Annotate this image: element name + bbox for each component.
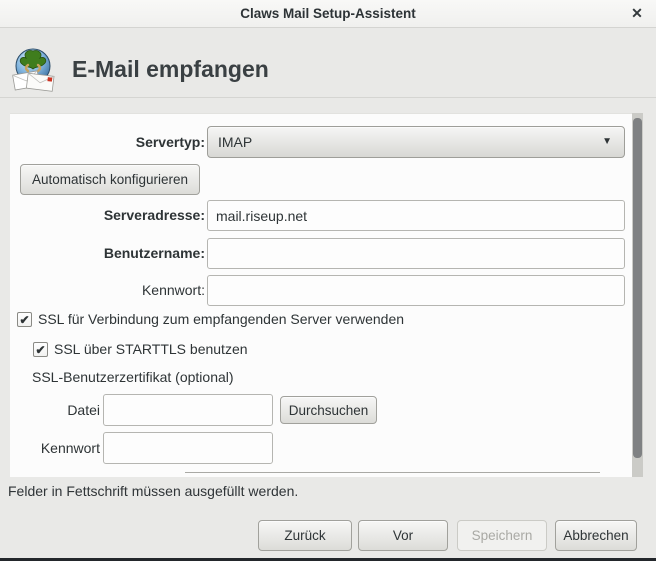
password-input[interactable]	[207, 275, 625, 306]
ssl-cert-section-label: SSL-Benutzerzertifikat (optional)	[32, 366, 234, 388]
starttls-checkbox[interactable]: ✔	[33, 342, 48, 357]
username-label: Benutzername:	[10, 238, 205, 269]
cert-file-label: Datei	[40, 394, 100, 426]
use-ssl-checkbox[interactable]: ✔	[17, 312, 32, 327]
cert-password-label: Kennwort	[30, 432, 100, 464]
servertype-value: IMAP	[218, 134, 252, 150]
claws-mail-logo-icon	[10, 46, 58, 94]
servertype-label: Servertyp:	[10, 126, 205, 158]
password-label: Kennwort:	[10, 275, 205, 306]
titlebar: Claws Mail Setup-Assistent ✕	[0, 0, 656, 28]
use-ssl-label[interactable]: SSL für Verbindung zum empfangenden Serv…	[38, 308, 404, 330]
cert-password-input[interactable]	[103, 432, 273, 464]
save-button[interactable]: Speichern	[457, 520, 547, 551]
close-icon[interactable]: ✕	[626, 0, 648, 28]
form-scroll-area: Servertyp: IMAP ▼ Automatisch konfigurie…	[10, 113, 632, 477]
check-icon: ✔	[19, 313, 29, 327]
servertype-select[interactable]: IMAP ▼	[207, 126, 625, 158]
check-icon: ✔	[35, 343, 45, 357]
bold-fields-note: Felder in Fettschrift müssen ausgefüllt …	[8, 483, 298, 499]
server-address-input[interactable]	[207, 200, 625, 231]
scrolled-frame-edge	[185, 472, 600, 473]
scrollbar-thumb[interactable]	[633, 118, 642, 458]
vertical-scrollbar[interactable]	[632, 113, 643, 477]
back-button[interactable]: Zurück	[258, 520, 352, 551]
starttls-label[interactable]: SSL über STARTTLS benutzen	[54, 338, 248, 360]
chevron-down-icon: ▼	[602, 127, 612, 157]
window-title: Claws Mail Setup-Assistent	[0, 0, 656, 28]
username-input[interactable]	[207, 238, 625, 269]
next-button[interactable]: Vor	[358, 520, 448, 551]
browse-button[interactable]: Durchsuchen	[280, 396, 377, 424]
cancel-button[interactable]: Abbrechen	[555, 520, 637, 551]
autoconfigure-button[interactable]: Automatisch konfigurieren	[20, 164, 200, 195]
setup-assistant-window: Claws Mail Setup-Assistent ✕	[0, 0, 656, 561]
server-address-label: Serveradresse:	[10, 200, 205, 231]
page-title: E-Mail empfangen	[72, 56, 269, 83]
page-header: E-Mail empfangen	[0, 28, 656, 98]
cert-file-input[interactable]	[103, 394, 273, 426]
